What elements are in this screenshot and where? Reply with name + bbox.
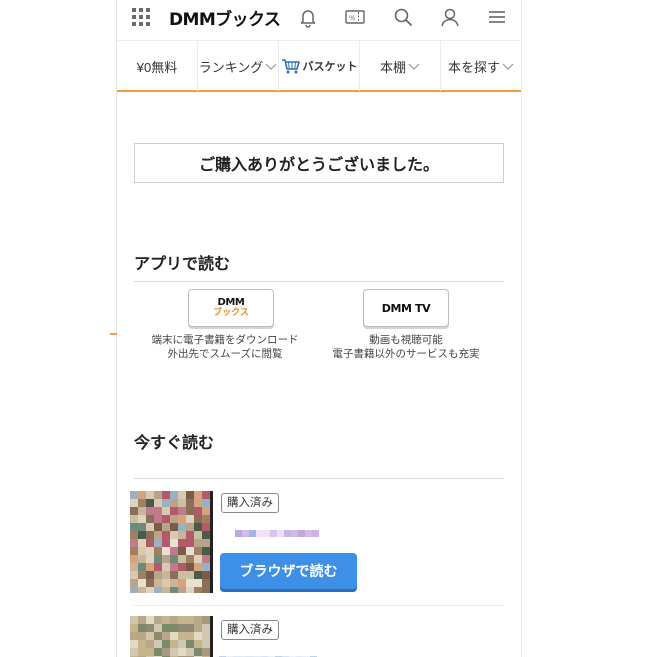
- category-nav: ¥0無料 ランキング バスケット 本棚 本を探す: [117, 40, 521, 92]
- app-section-title: アプリで読む: [134, 256, 231, 273]
- chevron-down-icon: [502, 63, 514, 70]
- dmm-tv-logo: DMM TV: [381, 301, 431, 315]
- grid-menu-icon[interactable]: [132, 8, 150, 26]
- nav-bookshelf[interactable]: 本棚: [360, 41, 441, 91]
- coupon-icon[interactable]: %: [344, 6, 366, 28]
- bell-icon[interactable]: [297, 6, 319, 28]
- nav-free[interactable]: ¥0無料: [117, 41, 198, 91]
- nav-search-books[interactable]: 本を探す: [441, 41, 521, 91]
- svg-text:%: %: [349, 14, 355, 22]
- top-header: DMMブックス %: [117, 0, 521, 36]
- cover-edge: [210, 616, 213, 657]
- scroll-marker: [110, 333, 117, 335]
- nav-basket[interactable]: バスケット: [279, 41, 360, 91]
- divider: [134, 281, 504, 282]
- app-desc-line: 外出先でスムーズに閲覧: [167, 348, 283, 360]
- hamburger-icon[interactable]: [486, 6, 508, 28]
- book-title-redacted: [219, 650, 317, 657]
- dmm-books-logo-line1: DMM: [217, 297, 245, 308]
- user-icon[interactable]: [439, 6, 461, 28]
- dmm-books-logo-line2: ブックス: [213, 308, 249, 318]
- nav-free-label: ¥0無料: [136, 59, 178, 75]
- mobile-view: DMMブックス % ¥0無料 ランキング バスケット 本棚 本を探す ご購入あり…: [117, 0, 521, 657]
- page: DMMブックス % ¥0無料 ランキング バスケット 本棚 本を探す ご購入あり…: [0, 0, 659, 657]
- app-desc-line: 端末に電子書籍をダウンロード: [151, 334, 299, 346]
- nav-bookshelf-label: 本棚: [379, 59, 406, 75]
- cover-edge: [210, 491, 213, 593]
- purchased-badge: 購入済み: [221, 493, 279, 513]
- chevron-down-icon: [408, 63, 420, 70]
- dmm-books-app-description: 端末に電子書籍をダウンロード 外出先でスムーズに閲覧: [141, 333, 309, 361]
- nav-ranking-label: ランキング: [198, 59, 264, 75]
- chevron-down-icon: [265, 63, 277, 70]
- nav-basket-label: バスケット: [302, 61, 358, 73]
- cart-icon: [281, 59, 300, 74]
- app-desc-line: 電子書籍以外のサービスも充実: [332, 348, 480, 360]
- read-now-title: 今すぐ読む: [134, 435, 215, 452]
- dmm-tv-app-description: 動画も視聴可能 電子書籍以外のサービスも充実: [317, 333, 495, 361]
- book-cover-thumbnail[interactable]: [130, 616, 210, 657]
- app-desc-line: 動画も視聴可能: [369, 334, 443, 346]
- nav-search-books-label: 本を探す: [447, 59, 500, 75]
- divider: [134, 478, 504, 479]
- thanks-message: ご購入ありがとうございました。: [134, 143, 504, 183]
- book-cover-thumbnail[interactable]: [130, 491, 210, 593]
- purchased-badge: 購入済み: [221, 620, 279, 640]
- read-in-browser-button[interactable]: ブラウザで読む: [220, 553, 357, 589]
- nav-ranking[interactable]: ランキング: [198, 41, 279, 91]
- book-title-redacted: [235, 524, 319, 537]
- search-icon[interactable]: [392, 6, 414, 28]
- dmm-tv-app-button[interactable]: DMM TV: [363, 289, 449, 327]
- divider: [134, 605, 504, 606]
- dmm-books-app-button[interactable]: DMM ブックス: [188, 289, 274, 327]
- site-logo[interactable]: DMMブックス: [169, 5, 281, 30]
